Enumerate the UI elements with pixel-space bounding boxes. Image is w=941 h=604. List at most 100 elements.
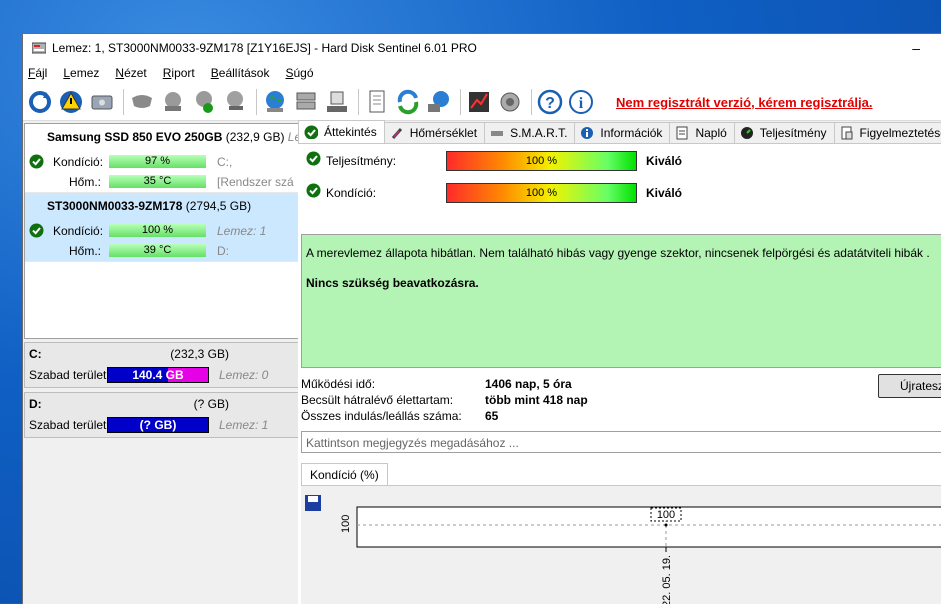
- temp-label: Hőm.:: [69, 175, 101, 189]
- status-box: A merevlemez állapota hibátlan. Nem talá…: [301, 234, 941, 368]
- tab-3[interactable]: Információk: [574, 122, 670, 143]
- plot-area: [357, 507, 941, 547]
- reinitialize-button[interactable]: Újratesz: [878, 374, 941, 398]
- report-icon[interactable]: [363, 88, 391, 116]
- check-icon: [304, 125, 318, 139]
- menu-item-2[interactable]: Nézet: [115, 66, 146, 80]
- chart-tab-condition[interactable]: Kondíció (%): [301, 463, 388, 486]
- menu-label: iport: [171, 66, 194, 80]
- right-panel: Áttekintés Hőmérséklet S.M.A.R.T. Informáci…: [298, 121, 941, 604]
- menu-item-4[interactable]: Beállítások: [211, 66, 270, 80]
- disk-list: Samsung SSD 850 EVO 250GB (232,9 GB) LeK…: [24, 123, 316, 339]
- svg-text:?: ?: [545, 95, 555, 112]
- info-icon[interactable]: i: [567, 88, 595, 116]
- thermometer-icon: [390, 126, 404, 140]
- title-bar: Lemez: 1, ST3000NM0033-9ZM178 [Z1Y16EJS]…: [23, 34, 941, 62]
- volume-disk: Lemez: 1: [219, 418, 268, 432]
- remaining-value: több mint 418 nap: [485, 393, 588, 407]
- disk-condition-row: Kondíció: 100 % Lemez: 1: [25, 223, 315, 239]
- overview-content: Teljesítmény: 100 % Kiváló Kondíció: 100…: [298, 144, 941, 604]
- volume-name: C:: [29, 347, 42, 361]
- volume-name: D:: [29, 397, 42, 411]
- tab-label: Figyelmeztetése: [860, 126, 941, 140]
- remaining-row: Becsült hátralévő élettartam: több mint …: [301, 393, 453, 407]
- toolbar-separator: [358, 89, 359, 115]
- chart-icon[interactable]: [465, 88, 493, 116]
- remaining-label: Becsült hátralévő élettartam:: [301, 393, 453, 407]
- startstop-value: 65: [485, 409, 498, 423]
- condition-side: Lemez: 1: [217, 224, 266, 238]
- globe-icon[interactable]: [261, 88, 289, 116]
- menu-item-1[interactable]: Lemez: [63, 66, 99, 80]
- volume-size: (232,3 GB): [170, 347, 229, 361]
- window-title: Lemez: 1, ST3000NM0033-9ZM178 [Z1Y16EJS]…: [52, 41, 477, 55]
- menu-item-5[interactable]: Súgó: [285, 66, 313, 80]
- disk-item[interactable]: Samsung SSD 850 EVO 250GB (232,9 GB) LeK…: [25, 124, 315, 193]
- disk-gray-icon[interactable]: [128, 88, 156, 116]
- tab-label: Teljesítmény: [760, 126, 827, 140]
- help-icon[interactable]: ?: [536, 88, 564, 116]
- ok-check-icon: [29, 154, 44, 169]
- free-space-label: Szabad terület: [29, 368, 106, 382]
- volume-disk: Lemez: 0: [219, 368, 268, 382]
- disk-icon[interactable]: [88, 88, 116, 116]
- tab-2[interactable]: S.M.A.R.T.: [484, 122, 575, 143]
- toolbar-separator: [256, 89, 257, 115]
- disk-size: (232,9 GB): [226, 130, 285, 144]
- save-chart-icon[interactable]: [305, 495, 321, 511]
- tab-4[interactable]: Napló: [669, 122, 734, 143]
- condition-label: Kondíció:: [53, 224, 103, 238]
- tab-6[interactable]: Figyelmeztetése: [834, 122, 941, 143]
- comment-input[interactable]: Kattintson megjegyzés megadásához ...: [301, 431, 941, 453]
- ok-check-icon: [29, 223, 44, 238]
- save-icon-label: [308, 496, 318, 502]
- volume-item[interactable]: D: (? GB) Szabad terület (? GB) Lemez: 1: [24, 392, 314, 438]
- log-icon: [675, 126, 689, 140]
- network-globe-icon[interactable]: [425, 88, 453, 116]
- menu-accel: B: [211, 66, 219, 80]
- condition-bar: 100 %: [109, 224, 206, 237]
- startstop-row: Összes indulás/leállás száma: 65: [301, 409, 462, 423]
- server-icon[interactable]: [292, 88, 320, 116]
- refresh-icon[interactable]: [26, 88, 54, 116]
- disk-check-icon[interactable]: [190, 88, 218, 116]
- ok-check-icon: [306, 151, 321, 166]
- warning-icon[interactable]: [57, 88, 85, 116]
- menu-label: eállítások: [219, 66, 270, 80]
- tab-label: S.M.A.R.T.: [510, 126, 567, 140]
- tab-1[interactable]: Hőmérséklet: [384, 122, 485, 143]
- minimize-button[interactable]: –: [912, 40, 920, 56]
- free-space-label: Szabad terület: [29, 418, 106, 432]
- volume-size: (? GB): [194, 397, 229, 411]
- disk-name: ST3000NM0033-9ZM178: [47, 199, 182, 213]
- menu-item-0[interactable]: Fájl: [28, 66, 47, 80]
- performance-icon: [740, 126, 754, 140]
- sound-icon[interactable]: [496, 88, 524, 116]
- condition-label: Kondíció:: [53, 155, 103, 169]
- update-icon[interactable]: [394, 88, 422, 116]
- condition-chart: 1001002022. 05. 19.: [301, 485, 941, 604]
- network-drive-icon[interactable]: [323, 88, 351, 116]
- disk-temp-row: Hőm.:39 °CD:: [25, 243, 315, 259]
- volume-list: C:(232,3 GB)Szabad terület140.4 GBLemez:…: [24, 342, 314, 442]
- disk-tool-icon[interactable]: [159, 88, 187, 116]
- disk-name-line: ST3000NM0033-9ZM178 (2794,5 GB): [47, 199, 251, 213]
- menu-accel: N: [115, 66, 124, 80]
- left-panel: Samsung SSD 850 EVO 250GB (232,9 GB) LeK…: [23, 121, 315, 604]
- condition-label: Kondíció:: [326, 186, 376, 200]
- disk-scan-icon[interactable]: [221, 88, 249, 116]
- toolbar-separator: [460, 89, 461, 115]
- y-tick-label: 100: [340, 515, 352, 533]
- free-space-value: (? GB): [140, 418, 177, 432]
- menu-item-3[interactable]: Riport: [163, 66, 195, 80]
- ok-check-icon: [306, 183, 321, 198]
- tab-5[interactable]: Teljesítmény: [734, 122, 835, 143]
- data-point: [665, 524, 668, 527]
- temp-label: Hőm.:: [69, 244, 101, 258]
- tab-label: Áttekintés: [324, 125, 377, 139]
- register-link[interactable]: Nem regisztrált verzió, kérem regisztrál…: [616, 95, 873, 110]
- volume-item[interactable]: C:(232,3 GB)Szabad terület140.4 GBLemez:…: [24, 342, 314, 388]
- tab-0[interactable]: Áttekintés: [298, 120, 385, 143]
- disk-item[interactable]: ST3000NM0033-9ZM178 (2794,5 GB) Kondíció…: [25, 193, 315, 262]
- condition-bar: 97 %: [109, 155, 206, 168]
